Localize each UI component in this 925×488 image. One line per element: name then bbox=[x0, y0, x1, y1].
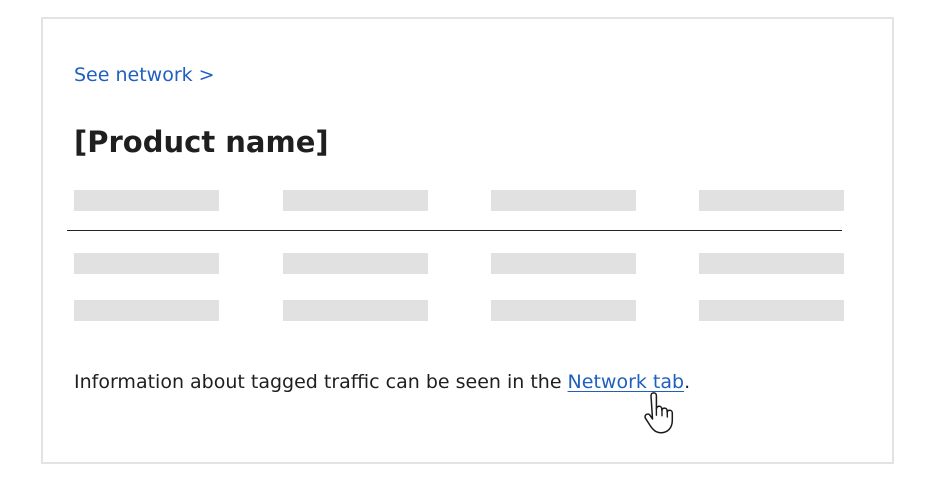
network-tab-link[interactable]: Network tab bbox=[568, 371, 685, 393]
table-divider bbox=[67, 230, 842, 231]
skeleton-cell bbox=[491, 300, 636, 321]
skeleton-cell bbox=[283, 300, 428, 321]
skeleton-cell bbox=[699, 300, 844, 321]
skeleton-header-cell bbox=[491, 190, 636, 211]
product-title: [Product name] bbox=[74, 125, 329, 159]
skeleton-cell bbox=[74, 253, 219, 274]
skeleton-cell bbox=[74, 300, 219, 321]
hand-pointer-icon bbox=[644, 392, 674, 434]
info-text: Information about tagged traffic can be … bbox=[74, 369, 690, 395]
skeleton-header-cell bbox=[74, 190, 219, 211]
info-suffix: . bbox=[684, 371, 691, 393]
skeleton-cell bbox=[699, 253, 844, 274]
info-prefix: Information about tagged traffic can be … bbox=[74, 371, 568, 393]
skeleton-cell bbox=[491, 253, 636, 274]
skeleton-header-cell bbox=[699, 190, 844, 211]
see-network-link[interactable]: See network > bbox=[74, 63, 215, 87]
skeleton-cell bbox=[283, 253, 428, 274]
skeleton-header-cell bbox=[283, 190, 428, 211]
